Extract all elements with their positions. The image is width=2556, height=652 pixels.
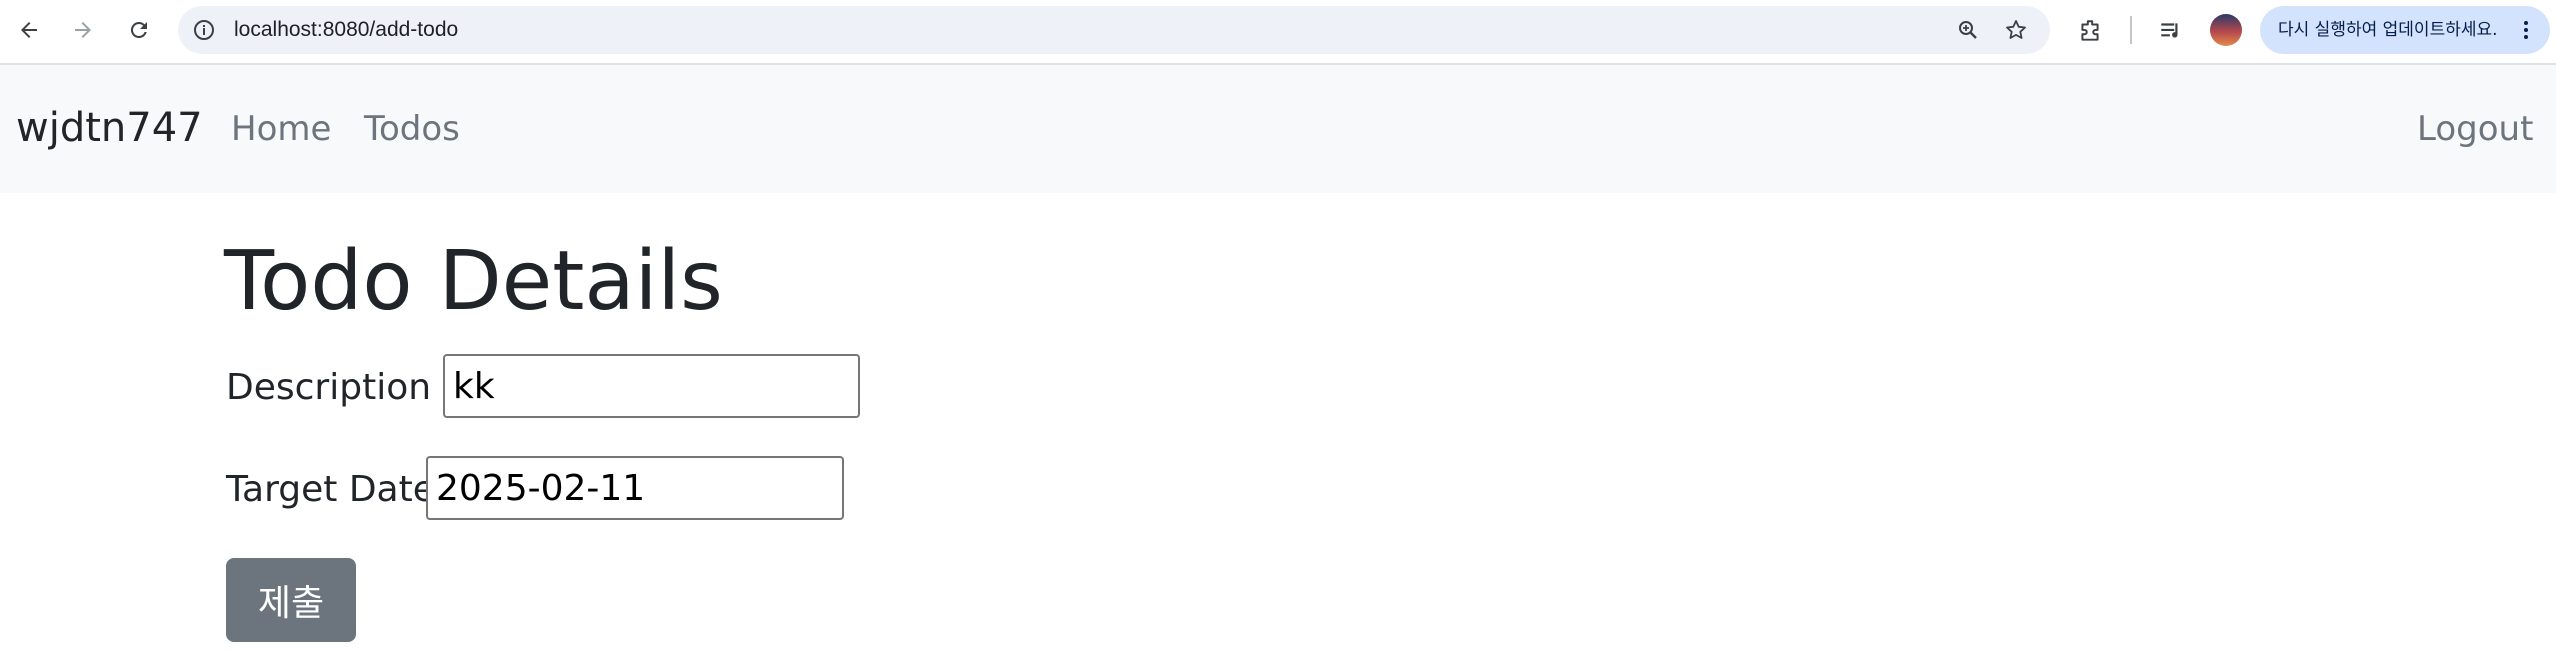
submit-button[interactable]: 제출 [226,558,356,642]
forward-button[interactable] [66,13,100,47]
bookmark-star-icon[interactable] [2004,18,2028,42]
update-label: 다시 실행하여 업데이트하세요. [2278,20,2498,40]
nav-link-home[interactable]: Home [231,107,331,151]
more-menu-icon[interactable] [2514,18,2538,42]
logout-link[interactable]: Logout [2417,107,2533,151]
nav-link-todos[interactable]: Todos [364,107,460,151]
update-chrome-button[interactable]: 다시 실행하여 업데이트하세요. [2260,6,2550,54]
site-info-icon[interactable] [192,18,216,42]
reload-button[interactable] [122,13,156,47]
forward-arrow-icon [75,22,91,38]
app-navbar: wjdtn747 Home Todos Logout [0,65,2556,193]
reload-icon [130,21,147,38]
extensions-icon[interactable] [2077,18,2103,44]
profile-avatar[interactable] [2210,14,2242,46]
target-date-label: Target Date [226,469,435,510]
description-input[interactable] [443,354,860,418]
url-text[interactable]: localhost:8080/add-todo [234,18,458,42]
target-date-input[interactable] [426,456,844,520]
back-arrow-icon [21,22,37,38]
address-bar[interactable]: localhost:8080/add-todo [178,6,2050,54]
page-title: Todo Details [224,234,723,329]
toolbar-divider [2130,16,2132,44]
browser-toolbar: localhost:8080/add-todo 다시 실행하여 업데이트하세요. [0,0,2556,65]
description-label: Description : [226,367,455,408]
media-controls-icon[interactable] [2158,18,2184,44]
zoom-icon[interactable] [1956,18,1980,42]
back-button[interactable] [12,13,46,47]
brand-link[interactable]: wjdtn747 [16,103,203,153]
